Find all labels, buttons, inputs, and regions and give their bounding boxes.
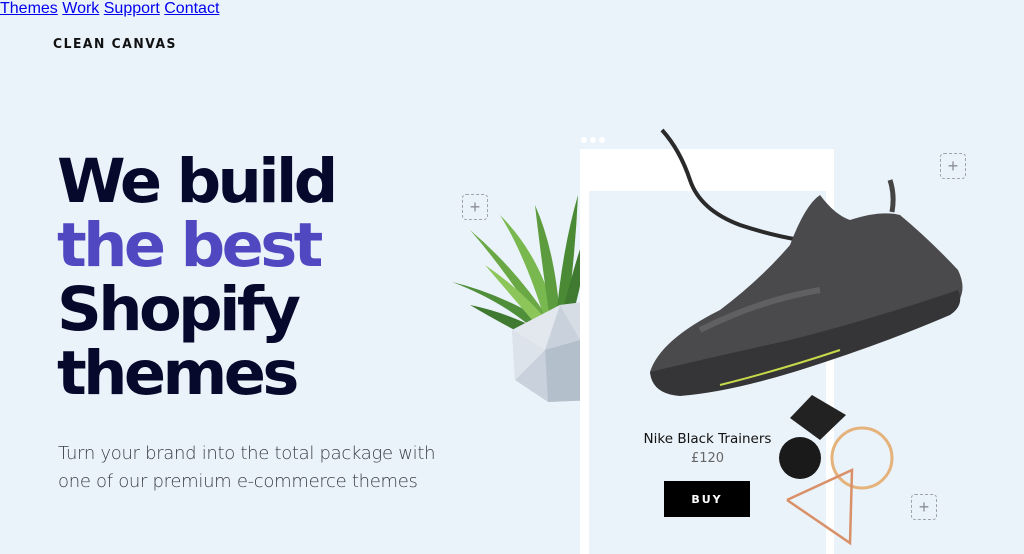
product-name: Nike Black Trainers xyxy=(643,431,772,447)
earrings-image xyxy=(779,395,894,546)
product-illustration xyxy=(650,128,963,546)
product-price: £120 xyxy=(690,451,725,466)
add-icon[interactable]: + xyxy=(940,153,966,179)
add-icon[interactable]: + xyxy=(911,494,937,520)
shoe-image xyxy=(650,128,963,396)
buy-button[interactable]: BUY xyxy=(664,481,750,517)
add-icon[interactable]: + xyxy=(462,194,488,220)
